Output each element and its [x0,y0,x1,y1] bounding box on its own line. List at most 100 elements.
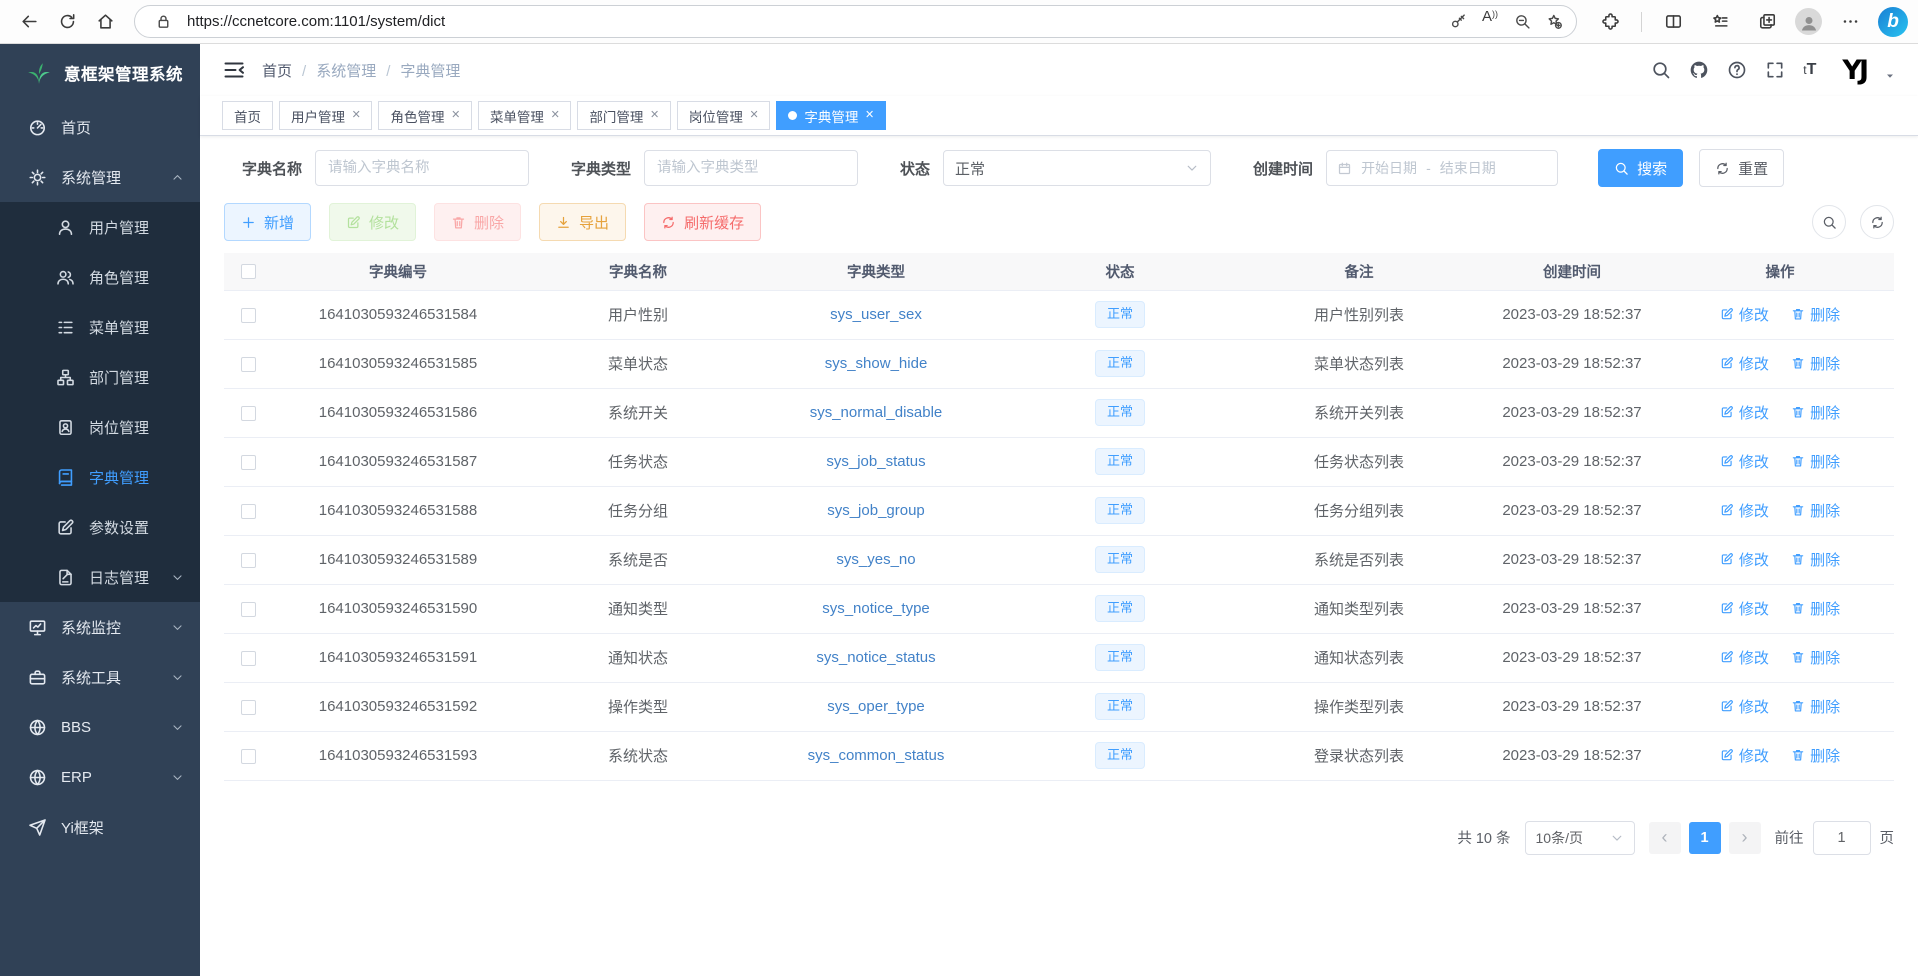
sidebar-item-tools[interactable]: 系统工具 [0,652,200,702]
dict-type-link[interactable]: sys_notice_status [816,649,935,666]
export-button[interactable]: 导出 [539,203,626,241]
dict-type-link[interactable]: sys_job_group [827,502,925,519]
row-edit-button[interactable]: 修改 [1720,451,1769,472]
row-checkbox[interactable] [241,455,256,470]
sidebar-item-home[interactable]: 首页 [0,102,200,152]
sidebar-item-users[interactable]: 用户管理 [0,202,200,252]
sidebar-item-system[interactable]: 系统管理 [0,152,200,202]
row-edit-button[interactable]: 修改 [1720,353,1769,374]
extensions-icon[interactable] [1591,5,1629,39]
row-edit-button[interactable]: 修改 [1720,549,1769,570]
row-checkbox[interactable] [241,308,256,323]
dict-type-link[interactable]: sys_user_sex [830,306,922,323]
breadcrumb-item[interactable]: 首页 [262,60,292,81]
row-delete-button[interactable]: 删除 [1791,451,1840,472]
row-delete-button[interactable]: 删除 [1791,696,1840,717]
org-logo[interactable]: YJ [1842,55,1866,86]
breadcrumb-item[interactable]: 字典管理 [376,60,460,81]
row-checkbox[interactable] [241,553,256,568]
row-delete-button[interactable]: 删除 [1791,353,1840,374]
row-checkbox[interactable] [241,651,256,666]
read-aloud-icon[interactable]: A)) [1474,8,1506,36]
add-favorite-icon[interactable] [1538,8,1570,36]
row-checkbox[interactable] [241,749,256,764]
dict-type-link[interactable]: sys_oper_type [827,698,925,715]
row-delete-button[interactable]: 删除 [1791,598,1840,619]
sidebar-item-yiframe[interactable]: Yi框架 [0,802,200,852]
prev-page-button[interactable]: ‹ [1649,822,1681,854]
breadcrumb-item[interactable]: 系统管理 [292,60,376,81]
address-bar[interactable]: https://ccnetcore.com:1101/system/dict A… [134,5,1577,38]
browser-reload-button[interactable] [48,5,86,39]
sidebar-item-dict[interactable]: 字典管理 [0,452,200,502]
dict-type-link[interactable]: sys_yes_no [836,551,915,568]
row-delete-button[interactable]: 删除 [1791,549,1840,570]
sidebar-item-bbs[interactable]: BBS [0,702,200,752]
dict-type-link[interactable]: sys_normal_disable [810,404,943,421]
edit-button[interactable]: 修改 [329,203,416,241]
github-icon[interactable] [1689,60,1709,80]
close-tab-icon[interactable]: × [865,108,873,123]
collections-icon[interactable] [1748,5,1786,39]
next-page-button[interactable]: › [1729,822,1761,854]
refresh-cache-button[interactable]: 刷新缓存 [644,203,761,241]
close-tab-icon[interactable]: × [650,108,658,123]
refresh-table-button[interactable] [1860,205,1894,239]
tab-dict[interactable]: 字典管理 × [776,101,885,130]
collapse-sidebar-icon[interactable] [222,58,246,82]
row-checkbox[interactable] [241,357,256,372]
row-edit-button[interactable]: 修改 [1720,696,1769,717]
help-icon[interactable] [1727,60,1747,80]
status-select[interactable]: 正常 [943,150,1211,186]
page-size-select[interactable]: 10条/页 [1525,821,1635,855]
row-edit-button[interactable]: 修改 [1720,500,1769,521]
close-tab-icon[interactable]: × [451,108,459,123]
row-delete-button[interactable]: 删除 [1791,500,1840,521]
sidebar-item-roles[interactable]: 角色管理 [0,252,200,302]
dict-type-link[interactable]: sys_common_status [808,747,945,764]
url-text[interactable]: https://ccnetcore.com:1101/system/dict [187,13,1442,30]
browser-home-button[interactable] [86,5,124,39]
delete-button[interactable]: 删除 [434,203,521,241]
close-tab-icon[interactable]: × [750,108,758,123]
copilot-icon[interactable]: b [1878,7,1908,37]
row-delete-button[interactable]: 删除 [1791,402,1840,423]
sidebar-item-posts[interactable]: 岗位管理 [0,402,200,452]
row-checkbox[interactable] [241,406,256,421]
dict-type-link[interactable]: sys_show_hide [825,355,928,372]
font-size-icon[interactable]: tT [1803,61,1816,79]
row-checkbox[interactable] [241,504,256,519]
row-edit-button[interactable]: 修改 [1720,304,1769,325]
dict-type-link[interactable]: sys_notice_type [822,600,930,617]
select-all-checkbox[interactable] [241,264,256,279]
sidebar-item-depts[interactable]: 部门管理 [0,352,200,402]
sidebar-item-logs[interactable]: 日志管理 [0,552,200,602]
row-edit-button[interactable]: 修改 [1720,402,1769,423]
toggle-search-button[interactable] [1812,205,1846,239]
sidebar-item-menus[interactable]: 菜单管理 [0,302,200,352]
sidebar-item-params[interactable]: 参数设置 [0,502,200,552]
app-logo[interactable]: 意框架管理系统 [0,44,200,102]
split-screen-icon[interactable] [1654,5,1692,39]
more-menu-icon[interactable] [1831,5,1869,39]
zoom-out-icon[interactable] [1506,8,1538,36]
current-page-button[interactable]: 1 [1689,822,1721,854]
row-delete-button[interactable]: 删除 [1791,647,1840,668]
add-button[interactable]: 新增 [224,203,311,241]
favorites-icon[interactable] [1701,5,1739,39]
row-delete-button[interactable]: 删除 [1791,304,1840,325]
site-security-lock-icon[interactable] [147,8,179,36]
sidebar-item-monitor[interactable]: 系统监控 [0,602,200,652]
dict-type-input[interactable] [644,150,858,186]
tab-post[interactable]: 岗位管理 × [677,101,770,130]
search-icon[interactable] [1651,60,1671,80]
tab-dept[interactable]: 部门管理 × [577,101,670,130]
close-tab-icon[interactable]: × [352,108,360,123]
tab-menu[interactable]: 菜单管理 × [478,101,571,130]
row-checkbox[interactable] [241,602,256,617]
password-key-icon[interactable] [1442,8,1474,36]
tab-user[interactable]: 用户管理 × [279,101,372,130]
dict-type-link[interactable]: sys_job_status [826,453,925,470]
profile-caret-icon[interactable] [1884,70,1896,82]
fullscreen-icon[interactable] [1765,60,1785,80]
